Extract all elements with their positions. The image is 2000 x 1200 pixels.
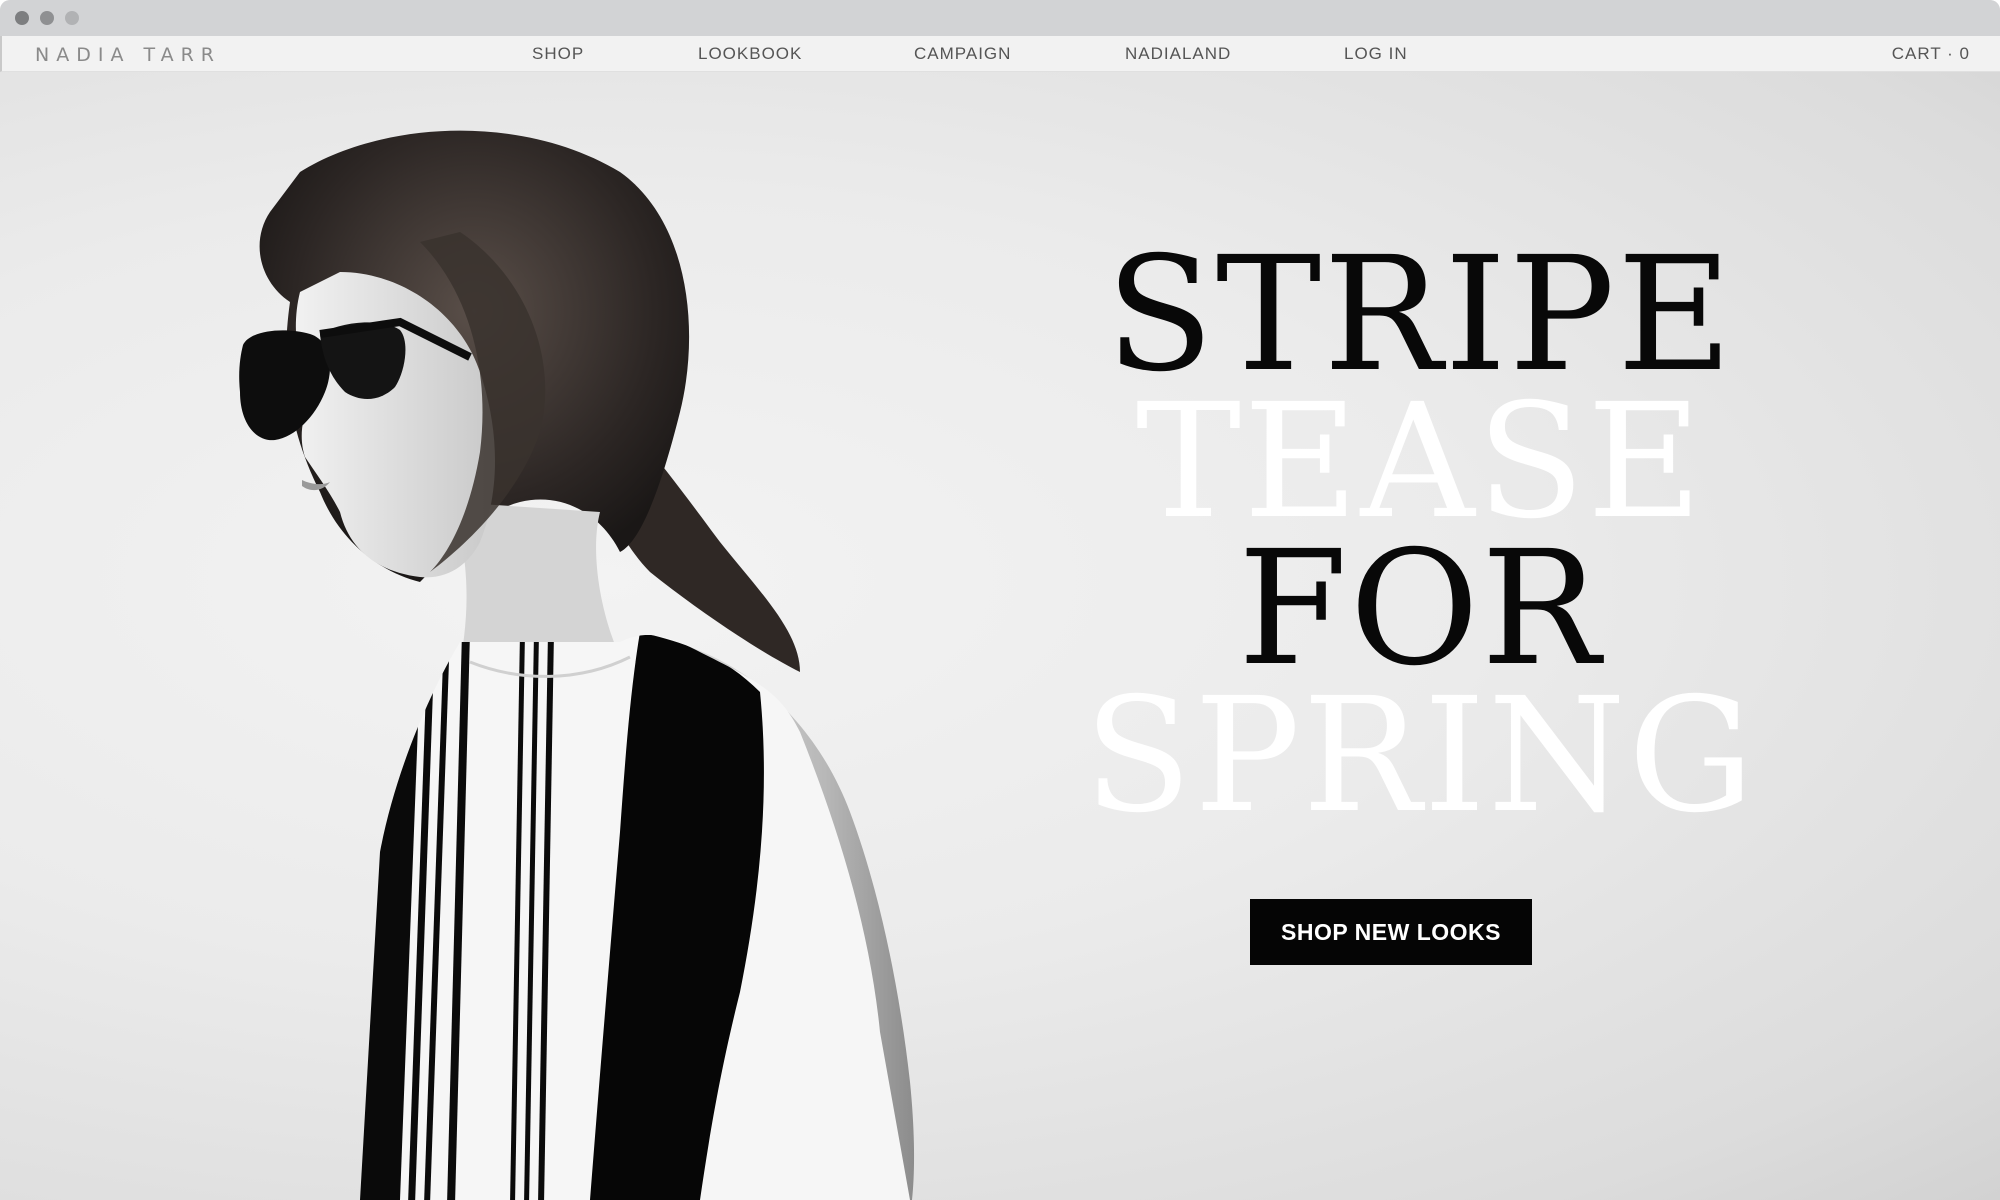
window-minimize-button[interactable] xyxy=(40,11,54,25)
nav-item-lookbook[interactable]: LOOKBOOK xyxy=(698,44,802,64)
hero-model-image xyxy=(239,130,915,1200)
brand-logo[interactable]: NADIA TARR xyxy=(35,44,221,66)
window-zoom-button[interactable] xyxy=(65,11,79,25)
cart-link[interactable]: CART · 0 xyxy=(1892,44,1970,64)
headline-line-4: SPRING xyxy=(1083,664,1757,848)
window-close-button[interactable] xyxy=(15,11,29,25)
nav-item-shop[interactable]: SHOP xyxy=(532,44,584,64)
headline-line-3: FOR xyxy=(1237,517,1603,701)
hero-headline: STRIPE TEASE FOR SPRING xyxy=(1060,223,1780,848)
shop-new-looks-button[interactable]: SHOP NEW LOOKS xyxy=(1250,899,1532,965)
headline-line-2: TEASE xyxy=(1135,370,1705,554)
browser-window: NADIA TARR SHOP LOOKBOOK CAMPAIGN NADIAL… xyxy=(0,0,2000,1200)
nav-item-campaign[interactable]: CAMPAIGN xyxy=(914,44,1011,64)
nav-item-nadialand[interactable]: NADIALAND xyxy=(1125,44,1231,64)
browser-titlebar xyxy=(0,0,2000,36)
hero-banner: STRIPE TEASE FOR SPRING SHOP NEW LOOKS xyxy=(0,72,2000,1200)
nav-item-login[interactable]: LOG IN xyxy=(1344,44,1408,64)
striped-dress xyxy=(360,635,910,1200)
site-navbar: NADIA TARR SHOP LOOKBOOK CAMPAIGN NADIAL… xyxy=(0,36,2000,72)
headline-line-1: STRIPE xyxy=(1105,223,1735,407)
